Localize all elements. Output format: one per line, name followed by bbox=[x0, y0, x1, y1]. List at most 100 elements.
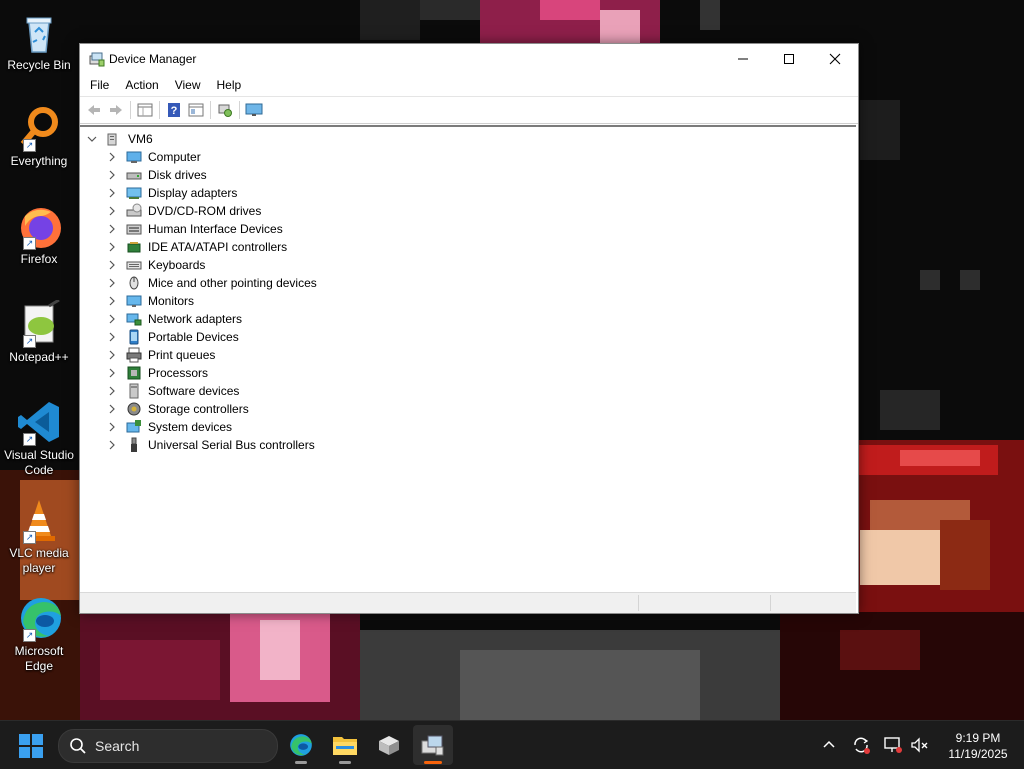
tree-item-storage-controllers[interactable]: Storage controllers bbox=[106, 400, 249, 418]
clock-time: 9:19 PM bbox=[955, 731, 1001, 745]
properties-button[interactable] bbox=[134, 99, 156, 121]
taskbar-file-explorer[interactable] bbox=[325, 725, 365, 765]
forward-button[interactable] bbox=[105, 99, 127, 121]
tree-item-monitors[interactable]: Monitors bbox=[106, 292, 194, 310]
chevron-right-icon[interactable] bbox=[106, 223, 118, 235]
desktop-icon-everything[interactable]: ↗ Everything bbox=[2, 104, 76, 169]
chevron-right-icon[interactable] bbox=[106, 295, 118, 307]
show-hidden-icons-button[interactable] bbox=[817, 733, 841, 757]
hid-icon bbox=[126, 221, 142, 237]
menu-action[interactable]: Action bbox=[117, 78, 166, 92]
chevron-right-icon[interactable] bbox=[106, 367, 118, 379]
chevron-right-icon[interactable] bbox=[106, 421, 118, 433]
menu-file[interactable]: File bbox=[82, 78, 117, 92]
chevron-right-icon[interactable] bbox=[106, 241, 118, 253]
monitor-button[interactable] bbox=[243, 99, 265, 121]
show-hide-console-tree-icon bbox=[188, 103, 204, 117]
tree-item-computer[interactable]: Computer bbox=[106, 148, 201, 166]
recycle-bin-icon bbox=[15, 8, 63, 56]
firefox-icon: ↗ bbox=[15, 202, 63, 250]
tree-item-label: Print queues bbox=[148, 348, 216, 362]
scan-hardware-button[interactable] bbox=[214, 99, 236, 121]
desktop-icon-vscode[interactable]: ↗ Visual Studio Code bbox=[2, 398, 76, 478]
tree-item-display-adapters[interactable]: Display adapters bbox=[106, 184, 237, 202]
tree-item-portable-devices[interactable]: Portable Devices bbox=[106, 328, 239, 346]
forward-arrow-icon bbox=[110, 105, 122, 115]
desktop-icon-vlc[interactable]: ↗ VLC media player bbox=[2, 496, 76, 576]
minimize-icon bbox=[738, 58, 748, 60]
tree-item-processors[interactable]: Processors bbox=[106, 364, 208, 382]
chevron-right-icon[interactable] bbox=[106, 403, 118, 415]
start-button[interactable] bbox=[18, 733, 44, 759]
tree-item-mice-and-other-pointing-devices[interactable]: Mice and other pointing devices bbox=[106, 274, 317, 292]
taskbar-edge[interactable] bbox=[281, 725, 321, 765]
tree-item-dvd-cd-rom-drives[interactable]: DVD/CD-ROM drives bbox=[106, 202, 261, 220]
taskbar-device-manager[interactable] bbox=[413, 725, 453, 765]
chevron-right-icon[interactable] bbox=[106, 313, 118, 325]
title-bar[interactable]: Device Manager bbox=[80, 44, 858, 74]
back-button[interactable] bbox=[83, 99, 105, 121]
chevron-right-icon[interactable] bbox=[106, 259, 118, 271]
desktop-icon-firefox[interactable]: ↗ Firefox bbox=[2, 202, 76, 267]
tree-item-label: Software devices bbox=[148, 384, 240, 398]
tree-item-human-interface-devices[interactable]: Human Interface Devices bbox=[106, 220, 283, 238]
edge-icon: ↗ bbox=[15, 594, 63, 642]
maximize-icon bbox=[784, 54, 794, 64]
shortcut-arrow-icon: ↗ bbox=[23, 531, 36, 544]
shortcut-arrow-icon: ↗ bbox=[23, 629, 36, 642]
running-indicator bbox=[339, 761, 351, 764]
tree-item-disk-drives[interactable]: Disk drives bbox=[106, 166, 207, 184]
chevron-right-icon[interactable] bbox=[106, 205, 118, 217]
processor-icon bbox=[126, 365, 142, 381]
edge-icon bbox=[290, 734, 312, 756]
chevron-right-icon[interactable] bbox=[106, 169, 118, 181]
chevron-right-icon[interactable] bbox=[106, 385, 118, 397]
chevron-right-icon[interactable] bbox=[106, 151, 118, 163]
help-button[interactable]: ? bbox=[163, 99, 185, 121]
tray-volume[interactable] bbox=[907, 733, 931, 757]
notepad-plus-plus-icon: ↗ bbox=[15, 298, 63, 348]
tree-item-label: Network adapters bbox=[148, 312, 243, 326]
tree-item-label: Display adapters bbox=[148, 186, 238, 200]
shortcut-arrow-icon: ↗ bbox=[23, 335, 36, 348]
chevron-right-icon[interactable] bbox=[106, 439, 118, 451]
monitor-icon bbox=[245, 103, 263, 116]
keyboard-icon bbox=[126, 257, 142, 273]
tree-item-print-queues[interactable]: Print queues bbox=[106, 346, 215, 364]
taskbar-search-box[interactable]: Search bbox=[58, 729, 278, 763]
tree-item-keyboards[interactable]: Keyboards bbox=[106, 256, 205, 274]
menu-bar: File Action View Help bbox=[80, 74, 858, 96]
tray-sync[interactable] bbox=[849, 733, 873, 757]
dvd-drive-icon bbox=[126, 203, 142, 219]
chevron-right-icon[interactable] bbox=[106, 349, 118, 361]
tree-item-software-devices[interactable]: Software devices bbox=[106, 382, 239, 400]
tree-item-network-adapters[interactable]: Network adapters bbox=[106, 310, 242, 328]
computer-icon bbox=[126, 149, 142, 165]
usb-icon bbox=[126, 437, 142, 453]
maximize-button[interactable] bbox=[766, 44, 812, 74]
desktop-icon-edge[interactable]: ↗ Microsoft Edge bbox=[2, 594, 76, 674]
system-clock[interactable]: 9:19 PM 11/19/2025 bbox=[940, 730, 1016, 762]
desktop-icon-notepad-plus-plus[interactable]: ↗ Notepad++ bbox=[2, 298, 76, 365]
running-indicator bbox=[295, 761, 307, 764]
chevron-right-icon[interactable] bbox=[106, 331, 118, 343]
tree-item-label: DVD/CD-ROM drives bbox=[148, 204, 262, 218]
chevron-down-icon[interactable] bbox=[86, 133, 98, 145]
tree-item-ide-ata-atapi-controllers[interactable]: IDE ATA/ATAPI controllers bbox=[106, 238, 287, 256]
chevron-right-icon[interactable] bbox=[106, 277, 118, 289]
minimize-button[interactable] bbox=[720, 44, 766, 74]
close-button[interactable] bbox=[812, 44, 858, 74]
menu-help[interactable]: Help bbox=[209, 78, 250, 92]
taskbar-installer[interactable] bbox=[369, 725, 409, 765]
volume-muted-icon bbox=[911, 737, 928, 753]
show-hide-tree-button[interactable] bbox=[185, 99, 207, 121]
chevron-right-icon[interactable] bbox=[106, 187, 118, 199]
window-title: Device Manager bbox=[109, 52, 197, 66]
tray-network[interactable] bbox=[881, 733, 905, 757]
tree-item-universal-serial-bus-controllers[interactable]: Universal Serial Bus controllers bbox=[106, 436, 315, 454]
tree-root-node[interactable]: VM6 bbox=[86, 130, 153, 148]
desktop-icon-recycle-bin[interactable]: Recycle Bin bbox=[2, 8, 76, 73]
tree-item-system-devices[interactable]: System devices bbox=[106, 418, 232, 436]
menu-view[interactable]: View bbox=[167, 78, 209, 92]
desktop-icon-label: VLC media player bbox=[9, 546, 69, 575]
